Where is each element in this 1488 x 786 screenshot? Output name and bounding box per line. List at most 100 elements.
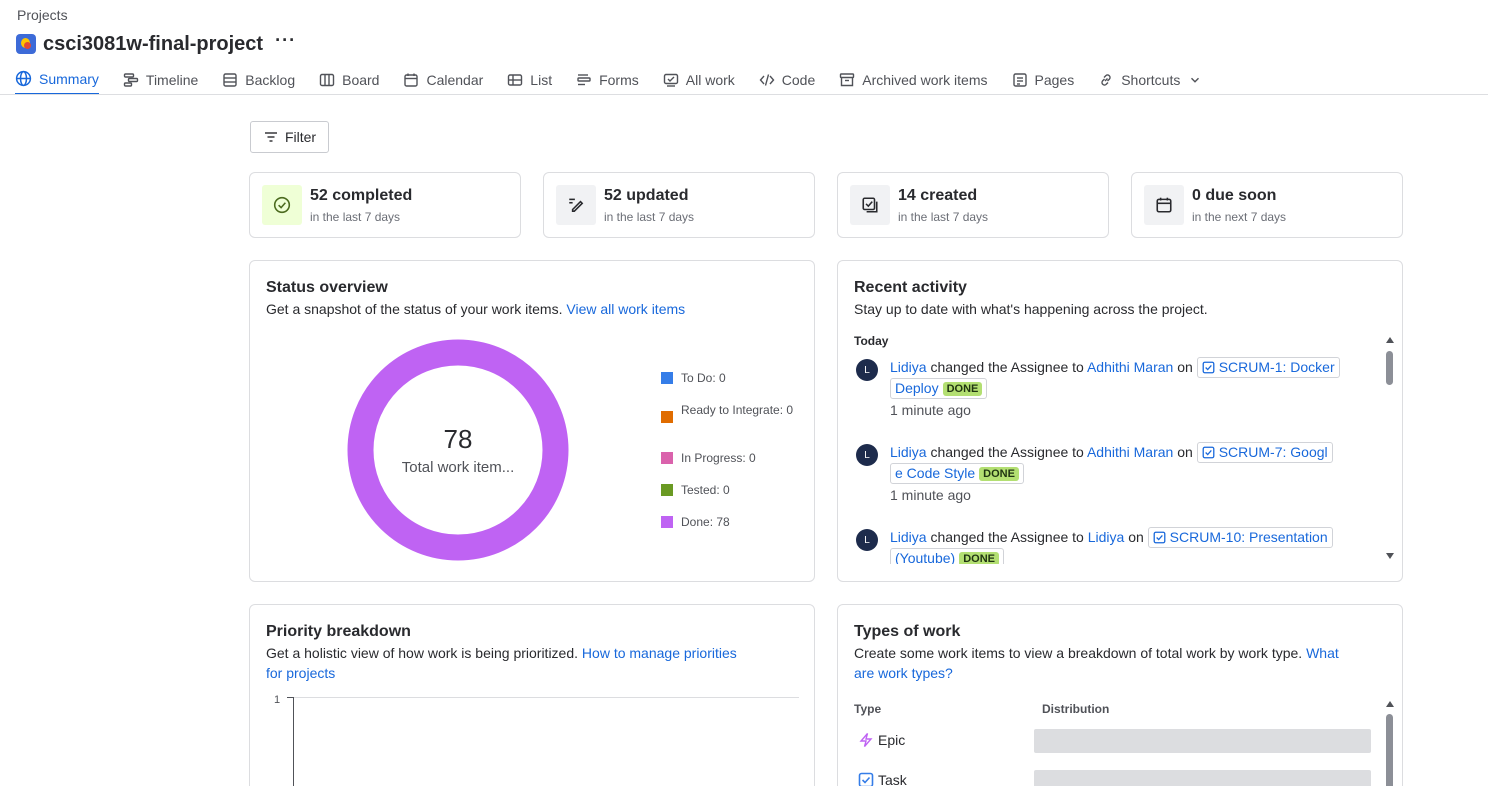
y-axis-tick-mark [287,697,293,698]
work-item-link[interactable]: (Youtube) DONE [890,548,1004,564]
work-item-link[interactable]: Deploy DONE [890,378,988,399]
timeline-icon [123,72,139,87]
tab-list[interactable]: List [507,66,552,93]
work-item-link[interactable]: SCRUM-10: Presentation [1147,527,1333,548]
work-types-link[interactable]: What [1306,645,1339,661]
legend-item: Done: 78 [661,514,730,530]
user-link[interactable]: Lidiya [890,444,927,460]
donut-total: 78 [443,424,473,454]
distribution-bar-task [1034,770,1371,786]
tab-all-work[interactable]: All work [663,66,735,93]
task-icon [1202,361,1215,374]
activity-line: e Code Style DONE [890,463,1024,484]
legend-label: To Do: 0 [681,371,726,385]
legend-swatch [661,411,673,423]
column-header-distribution: Distribution [1042,702,1110,716]
activity-timestamp: 1 minute ago [890,402,971,418]
stat-subtitle: in the last 7 days [898,210,989,224]
card-description: Create some work items to view a breakdo… [854,643,1394,683]
work-item-link[interactable]: SCRUM-1: Docker [1196,357,1340,378]
filter-button[interactable]: Filter [250,121,329,153]
tab-code[interactable]: Code [759,66,815,93]
legend-swatch [661,372,673,384]
tab-archived-work-items[interactable]: Archived work items [839,66,988,93]
scroll-thumb[interactable] [1386,351,1393,385]
user-link[interactable]: Lidiya [890,529,927,545]
activity-item: L Lidiya changed the Assignee to Adhithi… [856,357,1376,427]
legend-swatch [661,452,673,464]
filter-label: Filter [284,129,317,145]
target-user-link[interactable]: Adhithi Maran [1087,444,1173,460]
activity-group-label: Today [854,334,889,348]
tab-shortcuts[interactable]: Shortcuts [1098,66,1202,93]
stat-card-created: 14 created in the last 7 days [837,172,1109,238]
types-scrollbar[interactable] [1386,701,1394,786]
work-types-link-cont[interactable]: are work types? [854,665,953,681]
stat-card-due-soon: 0 due soon in the next 7 days [1131,172,1403,238]
stat-subtitle: in the last 7 days [310,210,401,224]
work-item-title: Deploy [895,380,939,396]
distribution-bar-epic [1034,729,1371,753]
view-all-work-items-link[interactable]: View all work items [566,301,685,317]
target-user-link[interactable]: Lidiya [1088,529,1125,545]
legend-label: In Progress: 0 [681,451,756,465]
stat-subtitle: in the last 7 days [604,210,695,224]
donut-total-label: Total work item... [401,459,515,476]
tab-pages[interactable]: Pages [1012,66,1074,93]
description-text: Create some work items to view a breakdo… [854,645,1303,661]
target-user-link[interactable]: Adhithi Maran [1087,359,1173,375]
work-item-title: SCRUM-1: Docker [1218,359,1335,375]
task-icon [1153,531,1166,544]
tab-calendar[interactable]: Calendar [403,66,483,93]
more-actions-button[interactable]: ··· [275,31,296,53]
code-icon [759,73,775,86]
recent-activity-card: Recent activity Stay up to date with wha… [837,260,1403,582]
tab-label: Board [342,71,380,88]
scroll-up-arrow-icon[interactable] [1386,701,1394,707]
avatar[interactable]: L [856,359,878,381]
work-item-link[interactable]: e Code Style DONE [890,463,1024,484]
tab-summary[interactable]: Summary [15,66,99,95]
legend-item: To Do: 0 [661,370,726,386]
backlog-icon [223,72,237,87]
tab-backlog[interactable]: Backlog [222,66,295,93]
all-work-icon [663,73,678,87]
types-of-work-card: Types of work Create some work items to … [837,604,1403,786]
manage-priorities-link[interactable]: How to manage priorities [582,645,737,661]
user-link[interactable]: Lidiya [890,359,927,375]
activity-line: Lidiya changed the Assignee to Adhithi M… [890,442,1333,463]
avatar[interactable]: L [856,444,878,466]
tab-label: Backlog [245,71,296,88]
legend-item: Ready to Integrate: 0 [661,402,801,423]
activity-item: L Lidiya changed the Assignee to Adhithi… [856,442,1376,512]
card-title: Recent activity [854,279,967,296]
card-title: Types of work [854,623,961,640]
tab-label: Forms [599,71,639,88]
activity-on: on [1177,359,1193,375]
avatar[interactable]: L [856,529,878,551]
scroll-down-arrow-icon[interactable] [1386,553,1394,559]
work-item-link[interactable]: SCRUM-7: Googl [1196,442,1333,463]
breadcrumb[interactable]: Projects [17,7,68,23]
archive-icon [840,72,855,86]
stat-card-completed: 52 completed in the last 7 days [249,172,521,238]
globe-icon [15,70,32,87]
tab-board[interactable]: Board [319,66,379,93]
stat-value: 52 completed [310,187,413,204]
scroll-up-arrow-icon[interactable] [1386,337,1394,343]
forms-icon [577,73,591,85]
activity-line: Deploy DONE [890,378,988,399]
tab-forms[interactable]: Forms [576,66,639,93]
manage-priorities-link-cont[interactable]: for projects [266,665,335,681]
activity-action: changed the Assignee to [930,529,1084,545]
epic-icon [859,733,873,747]
card-title: Status overview [266,279,388,296]
calendar-icon [1144,185,1184,225]
priority-breakdown-card: Priority breakdown Get a holistic view o… [249,604,815,786]
edit-icon [556,185,596,225]
scroll-thumb[interactable] [1386,714,1393,786]
activity-scrollbar[interactable] [1386,337,1394,561]
chevron-down-icon [1191,77,1200,83]
tab-timeline[interactable]: Timeline [123,66,198,93]
activity-action: changed the Assignee to [930,444,1084,460]
